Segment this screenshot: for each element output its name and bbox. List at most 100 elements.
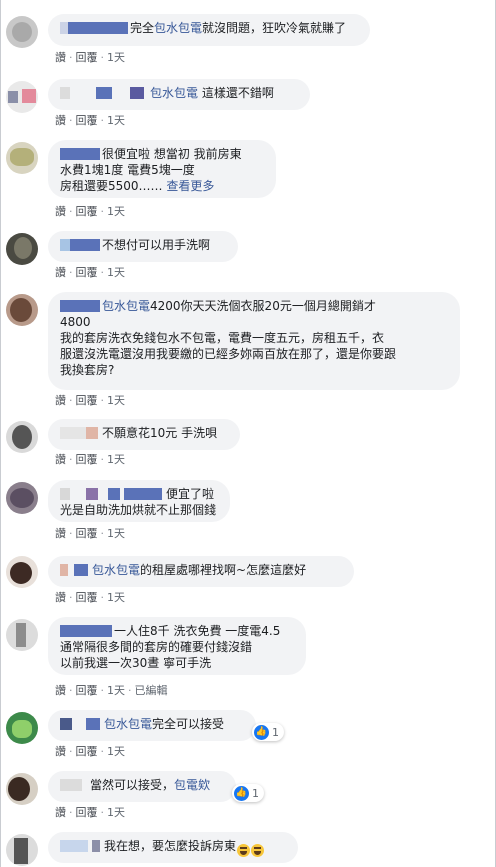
commenter-name-redacted[interactable] xyxy=(60,625,112,637)
comment-actions: 讚 · 回覆 · 1天 xyxy=(55,51,125,64)
comment-text: 很便宜啦 想當初 我前房東 xyxy=(102,147,242,161)
reply-link[interactable]: 回覆 xyxy=(76,453,98,466)
reply-link[interactable]: 回覆 xyxy=(76,591,98,604)
commenter-name-redacted[interactable] xyxy=(60,87,148,99)
comment-time[interactable]: 1天 xyxy=(107,806,125,819)
commenter-name-redacted[interactable] xyxy=(60,840,102,852)
tagged-text[interactable]: 包電欸 xyxy=(174,778,210,792)
comment-time[interactable]: 1天 xyxy=(107,394,125,407)
comment-actions: 讚 · 回覆 · 1天 xyxy=(55,394,125,407)
like-link[interactable]: 讚 xyxy=(55,51,66,64)
edited-label[interactable]: 已編輯 xyxy=(135,684,168,697)
comment-time[interactable]: 1天 xyxy=(107,114,125,127)
comment-text: 當然可以接受， xyxy=(90,778,175,792)
like-link[interactable]: 讚 xyxy=(55,114,66,127)
like-reaction-icon: 👍 xyxy=(234,785,249,801)
tagged-text[interactable]: 包水包電 xyxy=(102,299,150,313)
panel-left-border xyxy=(0,0,1,867)
commenter-name-redacted[interactable] xyxy=(60,427,100,439)
tagged-text[interactable]: 包水包電 xyxy=(150,86,198,100)
comment-bubble: 包水包電4200你天天洗個衣服20元一個月總開銷才 4800 我的套房洗衣免錢包… xyxy=(48,292,460,390)
avatar[interactable] xyxy=(6,233,38,265)
avatar[interactable] xyxy=(6,16,38,48)
reply-link[interactable]: 回覆 xyxy=(76,114,98,127)
avatar[interactable] xyxy=(6,81,38,113)
avatar[interactable] xyxy=(6,834,38,866)
comment-text: 完全可以接受 xyxy=(152,717,225,731)
comment-actions: 讚 · 回覆 · 1天 xyxy=(55,114,125,127)
comment-text: 水費1塊1度 電費5塊一度 xyxy=(60,163,195,177)
reply-link[interactable]: 回覆 xyxy=(76,205,98,218)
comment-text: 一人住8千 洗衣免費 一度電4.5 xyxy=(114,624,281,638)
reply-link[interactable]: 回覆 xyxy=(76,684,98,697)
comment-bubble: 一人住8千 洗衣免費 一度電4.5 通常隔很多間的套房的確要付錢沒錯 以前我選一… xyxy=(48,617,306,675)
comment-text: 房租還要5500…… xyxy=(60,179,163,193)
avatar[interactable] xyxy=(6,556,38,588)
comment-time[interactable]: 1天 xyxy=(107,266,125,279)
comment-time[interactable]: 1天 xyxy=(107,684,125,697)
comment-time[interactable]: 1天 xyxy=(107,527,125,540)
avatar[interactable] xyxy=(6,773,38,805)
reply-link[interactable]: 回覆 xyxy=(76,51,98,64)
reaction-summary[interactable]: 👍 1 xyxy=(252,723,284,741)
avatar[interactable] xyxy=(6,619,38,651)
comment-text: 我的套房洗衣免錢包水不包電，電費一度五元，房租五千，衣 xyxy=(60,331,385,345)
comment-time[interactable]: 1天 xyxy=(107,453,125,466)
commenter-name-redacted[interactable] xyxy=(60,488,164,500)
avatar[interactable] xyxy=(6,142,38,174)
commenter-name-redacted[interactable] xyxy=(60,300,100,312)
tagged-text[interactable]: 包水包電 xyxy=(104,717,152,731)
like-link[interactable]: 讚 xyxy=(55,205,66,218)
comment-bubble: 我在想，要怎麼投訴房東😂😂 xyxy=(48,832,298,863)
comment-text: 這樣還不錯啊 xyxy=(198,86,274,100)
laughing-emoji-icon: 😂 xyxy=(237,844,251,857)
like-link[interactable]: 讚 xyxy=(55,745,66,758)
like-reaction-icon: 👍 xyxy=(254,724,269,740)
comment-time[interactable]: 1天 xyxy=(107,205,125,218)
reaction-count: 1 xyxy=(252,786,259,800)
tagged-text[interactable]: 包水包電 xyxy=(154,21,202,35)
comment-actions: 讚 · 回覆 · 1天 xyxy=(55,745,125,758)
like-link[interactable]: 讚 xyxy=(55,806,66,819)
like-link[interactable]: 讚 xyxy=(55,266,66,279)
comment-time[interactable]: 1天 xyxy=(107,591,125,604)
commenter-name-redacted[interactable] xyxy=(60,779,88,791)
comment-actions: 讚 · 回覆 · 1天 xyxy=(55,205,125,218)
comment-time[interactable]: 1天 xyxy=(107,745,125,758)
commenter-name-redacted[interactable] xyxy=(60,148,100,160)
reaction-summary[interactable]: 👍 1 xyxy=(232,784,264,802)
commenter-name-redacted[interactable] xyxy=(60,239,100,251)
comment-text: 我在想，要怎麼投訴房東 xyxy=(104,839,237,853)
avatar[interactable] xyxy=(6,421,38,453)
like-link[interactable]: 讚 xyxy=(55,394,66,407)
like-link[interactable]: 讚 xyxy=(55,684,66,697)
reply-link[interactable]: 回覆 xyxy=(76,527,98,540)
comment-text: 4800 xyxy=(60,315,91,329)
reply-link[interactable]: 回覆 xyxy=(76,806,98,819)
reply-link[interactable]: 回覆 xyxy=(76,394,98,407)
avatar[interactable] xyxy=(6,712,38,744)
commenter-name-redacted[interactable] xyxy=(60,22,128,34)
comment-bubble: 不想付可以用手洗啊 xyxy=(48,231,238,262)
reply-link[interactable]: 回覆 xyxy=(76,266,98,279)
comment-bubble: 完全包水包電就沒問題，狂吹冷氣就賺了 xyxy=(48,14,370,46)
reply-link[interactable]: 回覆 xyxy=(76,745,98,758)
commenter-name-redacted[interactable] xyxy=(60,564,90,576)
like-link[interactable]: 讚 xyxy=(55,453,66,466)
comment-text: 4200你天天洗個衣服20元一個月總開銷才 xyxy=(150,299,376,313)
commenter-name-redacted[interactable] xyxy=(60,718,102,730)
see-more-link[interactable]: 查看更多 xyxy=(166,179,214,193)
avatar[interactable] xyxy=(6,482,38,514)
comment-time[interactable]: 1天 xyxy=(107,51,125,64)
like-link[interactable]: 讚 xyxy=(55,591,66,604)
tagged-text[interactable]: 包水包電 xyxy=(92,563,140,577)
avatar[interactable] xyxy=(6,294,38,326)
comment-actions: 讚 · 回覆 · 1天 · 已編輯 xyxy=(55,684,168,697)
comment-text: 通常隔很多間的套房的確要付錢沒錯 xyxy=(60,640,253,654)
comment-bubble: 包水包電完全可以接受 xyxy=(48,710,256,741)
comment-text: 就沒問題，狂吹冷氣就賺了 xyxy=(202,21,347,35)
comment-actions: 讚 · 回覆 · 1天 xyxy=(55,527,125,540)
comment-actions: 讚 · 回覆 · 1天 xyxy=(55,806,125,819)
comment-text: 以前我選一次30晝 寧可手洗 xyxy=(60,656,212,670)
like-link[interactable]: 讚 xyxy=(55,527,66,540)
